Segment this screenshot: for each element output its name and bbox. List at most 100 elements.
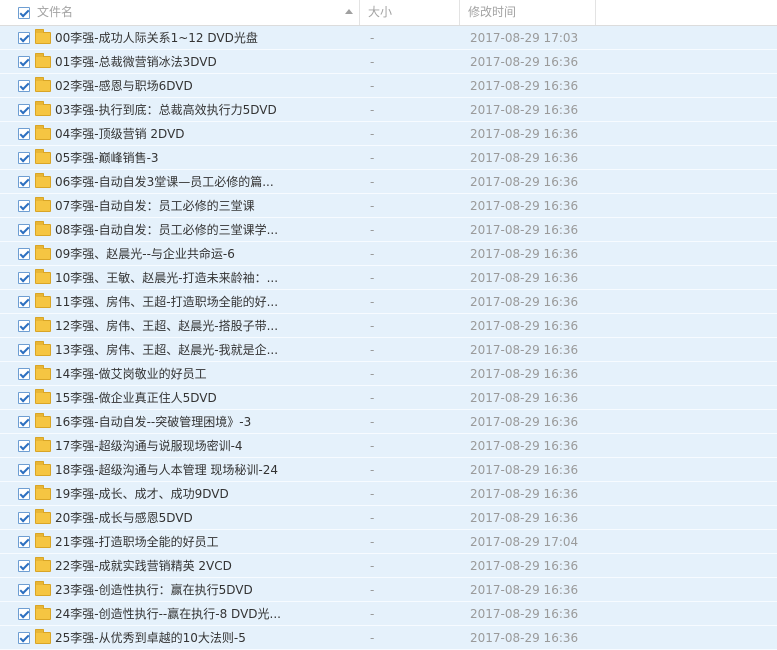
row-checkbox[interactable] [18, 512, 30, 524]
file-name[interactable]: 00李强-成功人际关系1~12 DVD光盘 [55, 26, 355, 50]
row-checkbox[interactable] [18, 584, 30, 596]
file-row[interactable]: 10李强、王敏、赵晨光-打造未来龄袖：... - 2017-08-29 16:36 [0, 266, 777, 290]
folder-icon [35, 197, 51, 212]
file-row[interactable]: 18李强-超级沟通与人本管理 现场秘训-24 - 2017-08-29 16:36 [0, 458, 777, 482]
file-row[interactable]: 13李强、房伟、王超、赵晨光-我就是企... - 2017-08-29 16:36 [0, 338, 777, 362]
file-row[interactable]: 04李强-顶级营销 2DVD - 2017-08-29 16:36 [0, 122, 777, 146]
file-name[interactable]: 04李强-顶级营销 2DVD [55, 122, 355, 146]
file-row[interactable]: 25李强-从优秀到卓越的10大法则-5 - 2017-08-29 16:36 [0, 626, 777, 650]
file-name[interactable]: 10李强、王敏、赵晨光-打造未来龄袖：... [55, 266, 355, 290]
file-name[interactable]: 09李强、赵晨光--与企业共命运-6 [55, 242, 355, 266]
column-header-name[interactable]: 文件名 [0, 0, 360, 25]
file-name[interactable]: 23李强-创造性执行：赢在执行5DVD [55, 578, 355, 602]
row-checkbox[interactable] [18, 56, 30, 68]
row-checkbox[interactable] [18, 152, 30, 164]
file-row[interactable]: 24李强-创造性执行--赢在执行-8 DVD光... - 2017-08-29 16… [0, 602, 777, 626]
file-size: - [370, 199, 375, 213]
row-checkbox[interactable] [18, 176, 30, 188]
row-checkbox[interactable] [18, 344, 30, 356]
row-checkbox[interactable] [18, 272, 30, 284]
file-size: - [370, 223, 375, 237]
file-size: - [370, 439, 375, 453]
row-checkbox[interactable] [18, 128, 30, 140]
file-row[interactable]: 12李强、房伟、王超、赵晨光-搭股子带... - 2017-08-29 16:36 [0, 314, 777, 338]
file-name[interactable]: 25李强-从优秀到卓越的10大法则-5 [55, 626, 355, 650]
row-checkbox[interactable] [18, 368, 30, 380]
file-name[interactable]: 19李强-成长、成才、成功9DVD [55, 482, 355, 506]
file-size: - [370, 103, 375, 117]
row-checkbox[interactable] [18, 416, 30, 428]
file-row[interactable]: 23李强-创造性执行：赢在执行5DVD - 2017-08-29 16:36 [0, 578, 777, 602]
file-size: - [370, 463, 375, 477]
file-name[interactable]: 13李强、房伟、王超、赵晨光-我就是企... [55, 338, 355, 362]
row-checkbox[interactable] [18, 224, 30, 236]
row-checkbox[interactable] [18, 32, 30, 44]
row-checkbox[interactable] [18, 488, 30, 500]
file-name[interactable]: 24李强-创造性执行--赢在执行-8 DVD光... [55, 602, 355, 626]
file-name[interactable]: 11李强、房伟、王超-打造职场全能的好... [55, 290, 355, 314]
file-size: - [370, 127, 375, 141]
file-size: - [370, 367, 375, 381]
row-checkbox[interactable] [18, 248, 30, 260]
column-header-modified-time[interactable]: 修改时间 [460, 0, 596, 25]
file-size: - [370, 487, 375, 501]
file-row[interactable]: 22李强-成就实践营销精英 2VCD - 2017-08-29 16:36 [0, 554, 777, 578]
file-row[interactable]: 21李强-打造职场全能的好员工 - 2017-08-29 17:04 [0, 530, 777, 554]
file-row[interactable]: 07李强-自动自发：员工必修的三堂课 - 2017-08-29 16:36 [0, 194, 777, 218]
file-name[interactable]: 08李强-自动自发：员工必修的三堂课学... [55, 218, 355, 242]
file-name[interactable]: 06李强-自动自发3堂课—员工必修的篇... [55, 170, 355, 194]
file-row[interactable]: 09李强、赵晨光--与企业共命运-6 - 2017-08-29 16:36 [0, 242, 777, 266]
file-row[interactable]: 14李强-做艾岗敬业的好员工 - 2017-08-29 16:36 [0, 362, 777, 386]
file-modified-time: 2017-08-29 16:36 [470, 247, 579, 261]
file-row[interactable]: 06李强-自动自发3堂课—员工必修的篇... - 2017-08-29 16:36 [0, 170, 777, 194]
row-checkbox[interactable] [18, 560, 30, 572]
file-row[interactable]: 11李强、房伟、王超-打造职场全能的好... - 2017-08-29 16:36 [0, 290, 777, 314]
folder-icon [35, 581, 51, 596]
row-checkbox[interactable] [18, 536, 30, 548]
file-size: - [370, 535, 375, 549]
row-checkbox[interactable] [18, 632, 30, 644]
row-checkbox[interactable] [18, 440, 30, 452]
file-row[interactable]: 20李强-成长与感恩5DVD - 2017-08-29 16:36 [0, 506, 777, 530]
file-name[interactable]: 14李强-做艾岗敬业的好员工 [55, 362, 355, 386]
file-modified-time: 2017-08-29 16:36 [470, 463, 579, 477]
file-modified-time: 2017-08-29 16:36 [470, 223, 579, 237]
file-name[interactable]: 03李强-执行到底：总裁高效执行力5DVD [55, 98, 355, 122]
file-row[interactable]: 08李强-自动自发：员工必修的三堂课学... - 2017-08-29 16:36 [0, 218, 777, 242]
file-row[interactable]: 17李强-超级沟通与说服现场密训-4 - 2017-08-29 16:36 [0, 434, 777, 458]
file-name[interactable]: 07李强-自动自发：员工必修的三堂课 [55, 194, 355, 218]
file-name[interactable]: 22李强-成就实践营销精英 2VCD [55, 554, 355, 578]
file-row[interactable]: 00李强-成功人际关系1~12 DVD光盘 - 2017-08-29 17:03 [0, 26, 777, 50]
file-row[interactable]: 05李强-巅峰销售-3 - 2017-08-29 16:36 [0, 146, 777, 170]
file-name[interactable]: 20李强-成长与感恩5DVD [55, 506, 355, 530]
file-modified-time: 2017-08-29 16:36 [470, 439, 579, 453]
file-name[interactable]: 18李强-超级沟通与人本管理 现场秘训-24 [55, 458, 355, 482]
file-row[interactable]: 02李强-感恩与职场6DVD - 2017-08-29 16:36 [0, 74, 777, 98]
row-checkbox[interactable] [18, 80, 30, 92]
file-row[interactable]: 16李强-自动自发--突破管理困境》-3 - 2017-08-29 16:36 [0, 410, 777, 434]
row-checkbox[interactable] [18, 320, 30, 332]
file-name[interactable]: 16李强-自动自发--突破管理困境》-3 [55, 410, 355, 434]
row-checkbox[interactable] [18, 104, 30, 116]
file-name[interactable]: 01李强-总裁微营销冰法3DVD [55, 50, 355, 74]
row-checkbox[interactable] [18, 608, 30, 620]
file-name[interactable]: 05李强-巅峰销售-3 [55, 146, 355, 170]
file-modified-time: 2017-08-29 17:03 [470, 31, 579, 45]
row-checkbox[interactable] [18, 200, 30, 212]
row-checkbox[interactable] [18, 464, 30, 476]
file-row[interactable]: 19李强-成长、成才、成功9DVD - 2017-08-29 16:36 [0, 482, 777, 506]
file-row[interactable]: 03李强-执行到底：总裁高效执行力5DVD - 2017-08-29 16:36 [0, 98, 777, 122]
file-row[interactable]: 01李强-总裁微营销冰法3DVD - 2017-08-29 16:36 [0, 50, 777, 74]
file-name[interactable]: 02李强-感恩与职场6DVD [55, 74, 355, 98]
file-name[interactable]: 21李强-打造职场全能的好员工 [55, 530, 355, 554]
row-checkbox[interactable] [18, 296, 30, 308]
row-checkbox[interactable] [18, 392, 30, 404]
file-name[interactable]: 12李强、房伟、王超、赵晨光-搭股子带... [55, 314, 355, 338]
column-header-size[interactable]: 大小 [360, 0, 460, 25]
file-row[interactable]: 15李强-做企业真正住人5DVD - 2017-08-29 16:36 [0, 386, 777, 410]
select-all-checkbox[interactable] [18, 7, 30, 19]
file-name[interactable]: 17李强-超级沟通与说服现场密训-4 [55, 434, 355, 458]
file-size: - [370, 151, 375, 165]
folder-icon [35, 77, 51, 92]
file-name[interactable]: 15李强-做企业真正住人5DVD [55, 386, 355, 410]
